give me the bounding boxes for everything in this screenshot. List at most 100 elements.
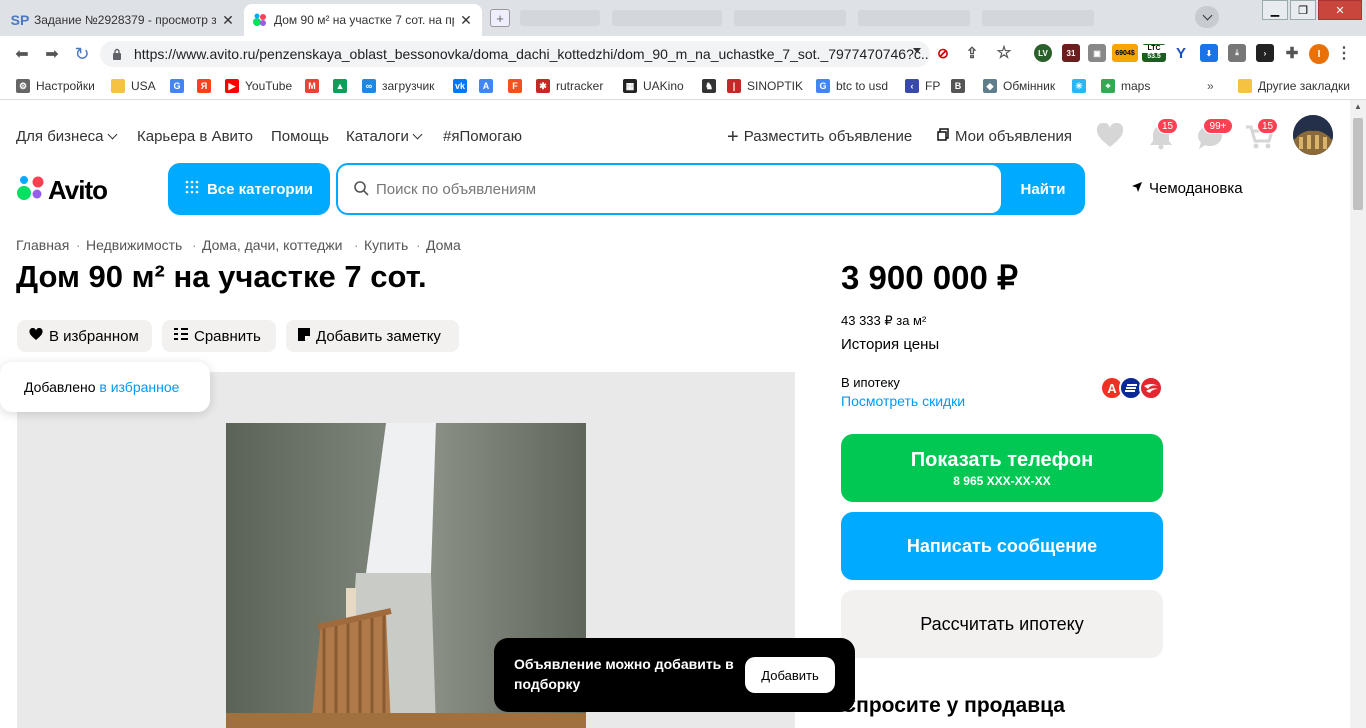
price-history-link[interactable]: История цены bbox=[841, 336, 939, 353]
bookmark-item[interactable]: ▲ bbox=[333, 78, 353, 94]
bookmark-item[interactable]: ✳ bbox=[1072, 78, 1092, 94]
bookmark-item[interactable]: | SINOPTIK bbox=[727, 78, 803, 94]
toast-add-button[interactable]: Добавить bbox=[745, 657, 835, 693]
my-ads-link[interactable]: Мои объявления bbox=[937, 128, 1072, 145]
tab-ghost[interactable] bbox=[982, 10, 1094, 26]
location-selector[interactable]: Чемодановка bbox=[1131, 180, 1243, 197]
bookmark-item[interactable]: USA bbox=[111, 78, 156, 94]
drive-icon: ▲ bbox=[333, 79, 347, 93]
avito-logo[interactable]: Avito bbox=[16, 174, 108, 207]
nav-yapomogayu[interactable]: #яПомогаю bbox=[443, 128, 522, 145]
search-button[interactable]: Найти bbox=[1001, 163, 1085, 215]
bookmark-item[interactable]: Я bbox=[197, 78, 217, 94]
add-note-button[interactable]: Добавить заметку bbox=[286, 320, 459, 352]
puzzle-extensions-icon[interactable]: ✚ bbox=[1283, 44, 1301, 62]
other-bookmarks-folder[interactable]: Другие закладки bbox=[1238, 78, 1350, 94]
nav-for-business[interactable]: Для бизнеса bbox=[16, 128, 117, 145]
bookmark-item[interactable]: G bbox=[170, 78, 190, 94]
nav-catalogs[interactable]: Каталоги bbox=[346, 128, 423, 145]
new-tab-button[interactable]: + bbox=[490, 9, 510, 27]
all-categories-button[interactable]: Все категории bbox=[168, 163, 330, 215]
bookmark-item[interactable]: vk bbox=[453, 78, 473, 94]
close-tab-icon[interactable]: ✕ bbox=[220, 12, 236, 29]
note-icon bbox=[298, 327, 310, 345]
user-avatar[interactable] bbox=[1293, 115, 1333, 155]
bookmark-item[interactable]: M bbox=[305, 78, 325, 94]
btc-extension-icon[interactable]: 6904$ bbox=[1112, 44, 1138, 62]
mortgage-discounts-link[interactable]: Посмотреть скидки bbox=[841, 393, 965, 409]
bookmark-item[interactable]: ⌖ maps bbox=[1101, 78, 1150, 94]
star-bookmark-icon[interactable]: ☆ bbox=[995, 43, 1013, 62]
bookmark-item[interactable]: F bbox=[508, 78, 528, 94]
maximize-button[interactable]: ❐ bbox=[1290, 0, 1316, 20]
download-extension-icon[interactable]: ⬇ bbox=[1200, 44, 1218, 62]
save-extension-icon[interactable]: ⤓ bbox=[1228, 44, 1246, 62]
thermometer-icon: | bbox=[727, 79, 741, 93]
favorite-added-tooltip: Добавлено в избранное bbox=[0, 362, 210, 412]
dots-grid-icon bbox=[185, 180, 199, 198]
tab-search-button[interactable] bbox=[1195, 6, 1219, 28]
bookmark-item[interactable]: A bbox=[479, 78, 499, 94]
search-input[interactable]: Поиск по объявлениям bbox=[338, 165, 1001, 213]
all-categories-label: Все категории bbox=[206, 180, 314, 198]
bookmark-item[interactable]: ◆ Обмінник bbox=[983, 78, 1055, 94]
tab-ghost[interactable] bbox=[734, 10, 846, 26]
profile-avatar-icon[interactable]: I bbox=[1309, 44, 1329, 64]
bookmark-item[interactable]: ‹ FP bbox=[905, 78, 940, 94]
reload-icon[interactable]: ↻ bbox=[72, 44, 92, 64]
bookmark-item[interactable]: B bbox=[951, 78, 971, 94]
close-window-button[interactable]: ✕ bbox=[1318, 0, 1362, 20]
cookie-blocked-icon[interactable]: ⊘ bbox=[934, 44, 952, 62]
terminal-extension-icon[interactable]: › bbox=[1256, 44, 1274, 62]
share-icon[interactable]: ⇪ bbox=[963, 44, 981, 62]
breadcrumb-link[interactable]: Дома, дачи, коттеджи bbox=[202, 237, 342, 253]
more-bookmarks-button[interactable]: » bbox=[1207, 78, 1214, 94]
tab-ghost[interactable] bbox=[612, 10, 722, 26]
nav-career[interactable]: Карьера в Авито bbox=[137, 128, 253, 145]
bookmark-item[interactable]: Gbtc to usd bbox=[816, 78, 888, 94]
y-extension-icon[interactable]: Y bbox=[1172, 44, 1190, 62]
bookmark-item[interactable]: ▶ YouTube bbox=[225, 78, 292, 94]
bookmark-item[interactable]: ∞ загрузчик bbox=[362, 78, 434, 94]
write-message-button[interactable]: Написать сообщение bbox=[841, 512, 1163, 580]
lv-extension-icon[interactable]: LV bbox=[1034, 44, 1052, 62]
show-phone-label: Показать телефон bbox=[910, 448, 1094, 471]
show-phone-button[interactable]: Показать телефон 8 965 XXX-XX-XX bbox=[841, 434, 1163, 502]
briefcase-extension-icon[interactable]: ▣ bbox=[1088, 44, 1106, 62]
breadcrumb-link[interactable]: Купить bbox=[364, 237, 408, 253]
calendar-extension-icon[interactable]: 31 bbox=[1062, 44, 1080, 62]
bookmark-item[interactable]: ▦ UAKino bbox=[623, 78, 684, 94]
nav-help[interactable]: Помощь bbox=[271, 128, 329, 145]
compare-button[interactable]: Сравнить bbox=[162, 320, 276, 352]
bookmark-item[interactable]: ⚙ Настройки bbox=[16, 78, 95, 94]
bookmark-item[interactable]: ♞ bbox=[702, 78, 722, 94]
minimize-button[interactable]: ▁ bbox=[1262, 0, 1288, 20]
breadcrumb-link[interactable]: Недвижимость bbox=[86, 237, 182, 253]
bookmark-item[interactable]: ✱ rutracker bbox=[536, 78, 603, 94]
tab-avito[interactable]: Дом 90 м² на участке 7 сот. на пр ✕ bbox=[244, 4, 482, 36]
tab-title: Дом 90 м² на участке 7 сот. на пр bbox=[274, 13, 454, 27]
breadcrumb-link[interactable]: Дома bbox=[426, 237, 461, 253]
close-tab-icon[interactable]: ✕ bbox=[458, 12, 474, 29]
tooltip-favorites-link[interactable]: в избранное bbox=[99, 379, 179, 395]
nav-label: Каталоги bbox=[346, 128, 409, 145]
post-ad-link[interactable]: + Разместить объявление bbox=[727, 127, 912, 147]
address-bar[interactable]: https://www.avito.ru/penzenskaya_oblast_… bbox=[100, 41, 930, 67]
favorite-toggle-button[interactable]: В избранном bbox=[17, 320, 152, 352]
scrollbar-thumb[interactable] bbox=[1353, 118, 1363, 210]
calc-mortgage-button[interactable]: Рассчитать ипотеку bbox=[841, 590, 1163, 658]
url-dropdown-icon[interactable] bbox=[913, 48, 921, 53]
scroll-up-arrow-icon[interactable]: ▲ bbox=[1353, 102, 1363, 112]
tab-zadanie[interactable]: SP Задание №2928379 - просмотр з ✕ bbox=[4, 4, 244, 36]
tab-ghost[interactable] bbox=[858, 10, 970, 26]
ltc-extension-icon[interactable]: LTC 53.5 bbox=[1142, 44, 1166, 62]
menu-dots-icon[interactable]: ⋮ bbox=[1335, 44, 1353, 62]
tab-ghost[interactable] bbox=[520, 10, 600, 26]
breadcrumb-link[interactable]: Главная bbox=[16, 237, 69, 253]
lv-label: LV bbox=[1038, 48, 1048, 58]
forward-arrow-icon[interactable]: ➡ bbox=[42, 44, 62, 64]
back-arrow-icon[interactable]: ⬅ bbox=[12, 44, 32, 64]
heart-favorites-icon[interactable] bbox=[1096, 122, 1124, 154]
breadcrumb-separator: · bbox=[76, 237, 81, 253]
vk-icon: vk bbox=[453, 79, 467, 93]
